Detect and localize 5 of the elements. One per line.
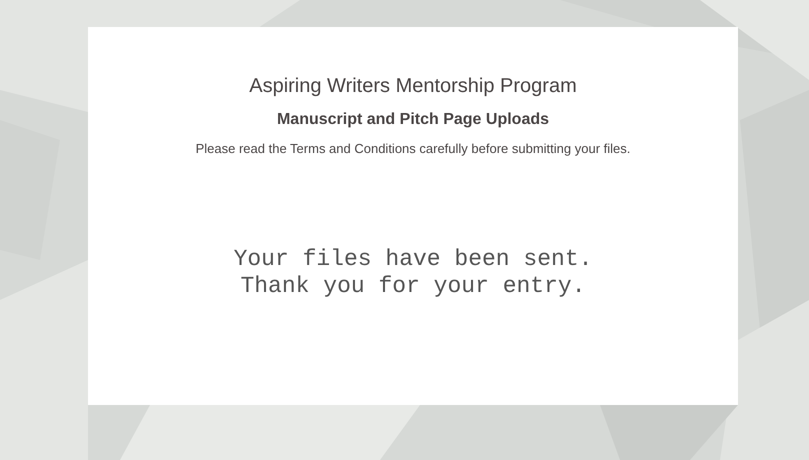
program-title: Aspiring Writers Mentorship Program bbox=[249, 74, 577, 99]
confirmation-message: Your files have been sent. bbox=[234, 246, 592, 273]
confirmation-message: Thank you for your entry. bbox=[240, 273, 586, 300]
terms-notice: Please read the Terms and Conditions carefully before submitting your files. bbox=[196, 140, 630, 158]
page-subtitle: Manuscript and Pitch Page Uploads bbox=[276, 110, 550, 130]
